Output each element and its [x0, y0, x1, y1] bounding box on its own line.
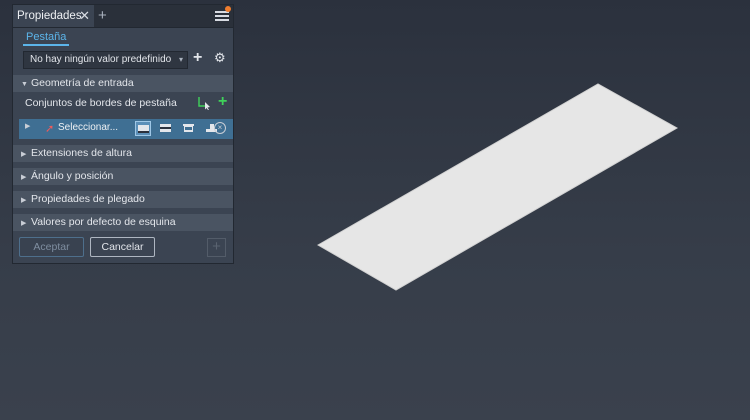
edge-select-icon[interactable] [197, 96, 211, 110]
properties-panel: Propiedades ✕ + Pestaña No hay ningún va… [12, 4, 234, 264]
section-label: Ángulo y posición [31, 170, 114, 182]
apply-plus-button[interactable]: + [207, 238, 226, 257]
accept-button[interactable]: Aceptar [19, 237, 84, 257]
chevron-right-icon: ▶ [21, 151, 27, 158]
section-label: Valores por defecto de esquina [31, 216, 176, 228]
chevron-down-icon: ▼ [21, 81, 28, 88]
chevron-right-icon: ▶ [21, 174, 27, 181]
add-tab-icon[interactable]: + [98, 5, 107, 26]
add-edge-set-icon[interactable]: + [218, 93, 227, 111]
flange-type-3-button[interactable] [181, 121, 197, 136]
flange-type-2-icon [160, 124, 171, 132]
flange-type-1-button[interactable] [135, 121, 151, 136]
add-preset-icon[interactable]: + [193, 49, 202, 67]
chevron-right-icon[interactable]: ▶ [25, 122, 30, 130]
select-prompt: Seleccionar... [58, 122, 119, 133]
flange-type-3-icon [183, 124, 194, 132]
tab-propiedades[interactable]: Propiedades ✕ [13, 5, 94, 27]
close-icon[interactable]: ✕ [79, 5, 90, 27]
section-angle-position[interactable]: ▶ Ángulo y posición [13, 168, 233, 185]
chevron-right-icon: ▶ [21, 197, 27, 204]
chevron-down-icon: ▾ [178, 55, 183, 64]
chevron-right-icon: ▶ [21, 220, 27, 227]
section-bend-properties[interactable]: ▶ Propiedades de plegado [13, 191, 233, 208]
cancel-button[interactable]: Cancelar [90, 237, 155, 257]
sheet-metal-face[interactable] [316, 83, 679, 291]
flange-type-2-button[interactable] [158, 121, 174, 136]
panel-tab-bar: Propiedades ✕ + [13, 5, 233, 28]
edge-sets-label: Conjuntos de bordes de pestaña [25, 97, 177, 109]
section-label: Geometría de entrada [31, 77, 134, 89]
tab-title: Propiedades [17, 10, 82, 22]
section-label: Extensiones de altura [31, 147, 132, 159]
section-height-extents[interactable]: ▶ Extensiones de altura [13, 145, 233, 162]
flange-type-1-icon [138, 125, 149, 133]
section-corner-defaults[interactable]: ▶ Valores por defecto de esquina [13, 214, 233, 231]
edge-selection-row[interactable]: ▶ ➚ Seleccionar... [19, 119, 233, 139]
clear-selection-icon[interactable]: × [214, 122, 226, 134]
notification-dot [225, 6, 231, 12]
gear-icon[interactable]: ⚙ [214, 50, 226, 66]
section-label: Propiedades de plegado [31, 193, 145, 205]
preset-value: No hay ningún valor predefinido [30, 54, 172, 65]
arrow-cursor-icon: ➚ [45, 123, 55, 135]
tab-pestana[interactable]: Pestaña [23, 31, 70, 46]
section-input-geometry[interactable]: ▼ Geometría de entrada [13, 75, 233, 92]
preset-dropdown[interactable]: No hay ningún valor predefinido ▾ [23, 51, 188, 69]
